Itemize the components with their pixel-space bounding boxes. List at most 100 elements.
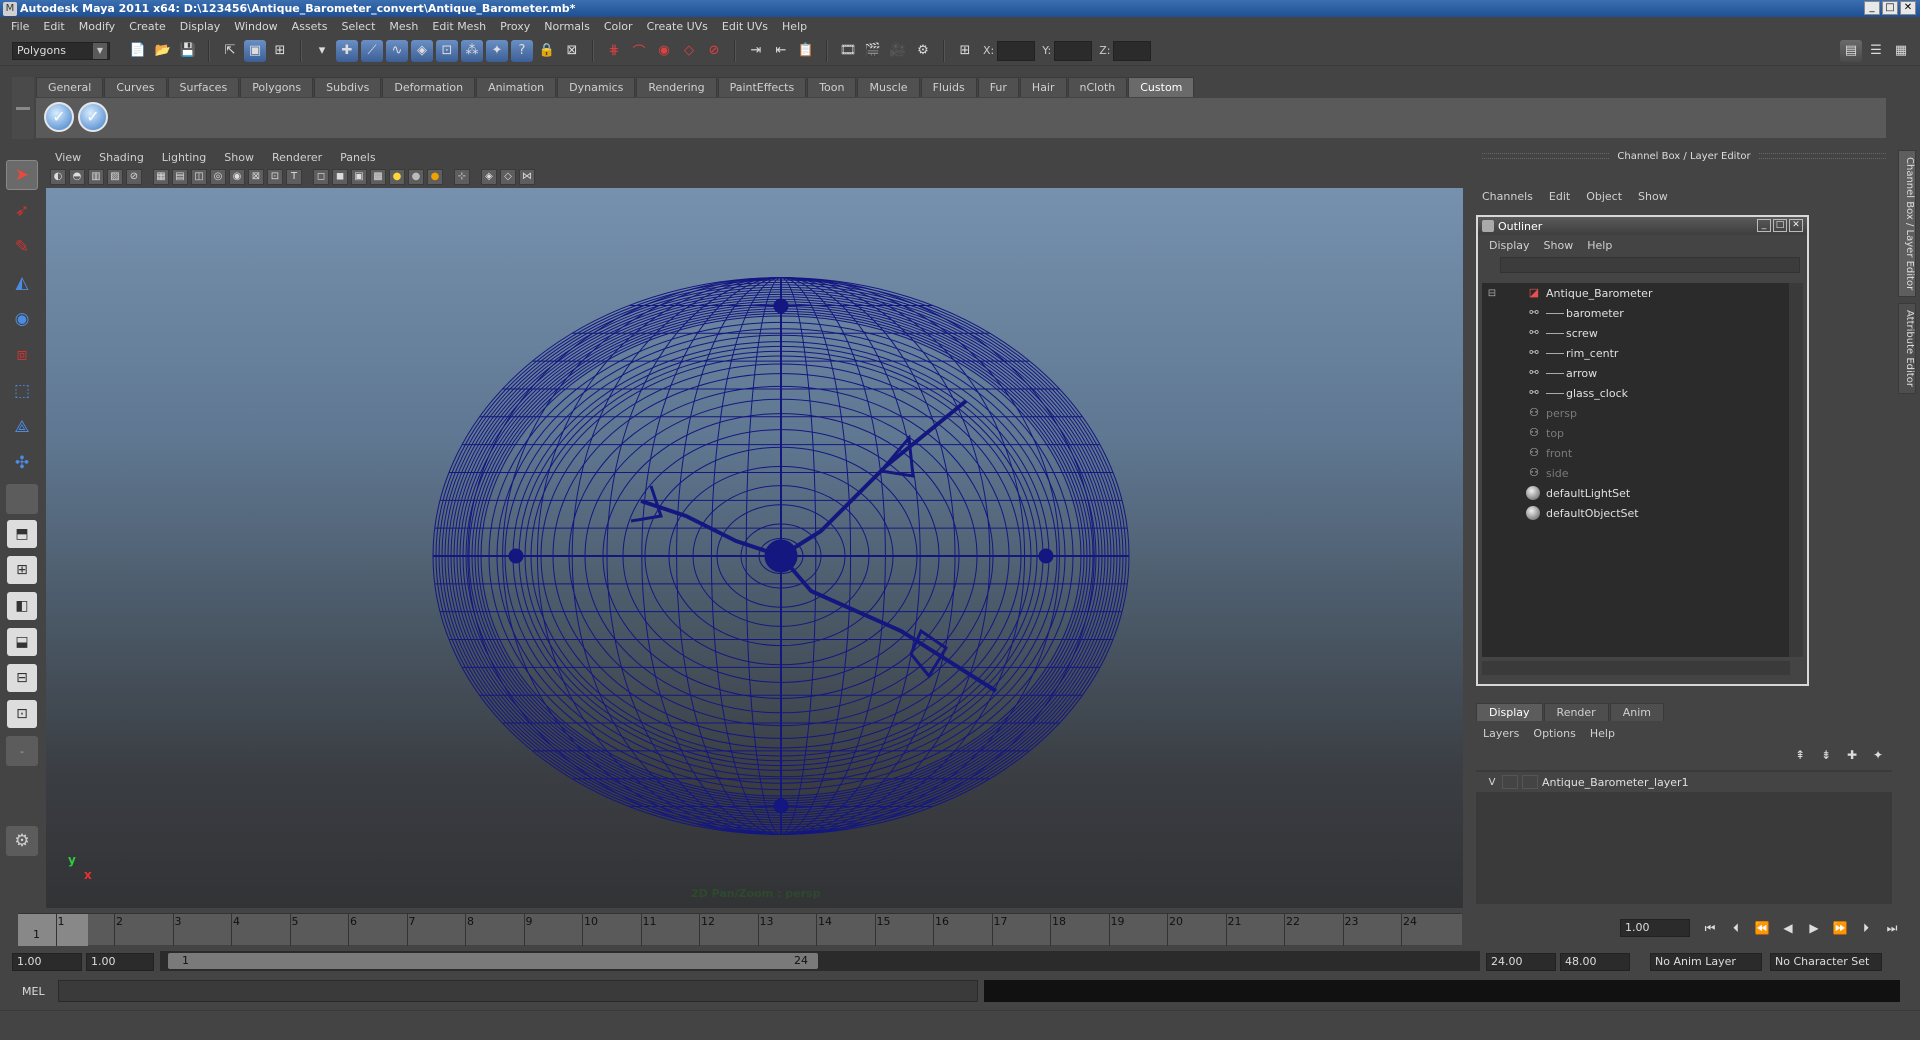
new-scene-icon[interactable]: 📄 [127, 40, 149, 62]
move-layer-down-icon[interactable]: ⇟ [1816, 748, 1836, 764]
snap-view-plane-icon[interactable]: ◇ [678, 40, 700, 62]
channel-box-menu-show[interactable]: Show [1630, 190, 1676, 203]
viewport-menu-shading[interactable]: Shading [90, 151, 153, 164]
layer-menu-layers[interactable]: Layers [1476, 727, 1526, 740]
all-lights-icon[interactable]: ● [408, 169, 424, 185]
menu-assets[interactable]: Assets [285, 20, 335, 33]
shelf-tab-toon[interactable]: Toon [807, 77, 857, 97]
universal-manipulator-icon[interactable]: ⬚ [6, 376, 38, 406]
minimize-button[interactable]: _ [1864, 1, 1880, 15]
toggle-attribute-editor-icon[interactable]: ▤ [1840, 39, 1862, 62]
safe-action-icon[interactable]: ⊠ [248, 169, 264, 185]
outliner-item-set[interactable]: defaultObjectSet [1482, 503, 1790, 523]
outliner-menu-show[interactable]: Show [1537, 239, 1581, 252]
command-input[interactable] [58, 980, 978, 1002]
layer-menu-options[interactable]: Options [1526, 727, 1582, 740]
outliner-item-camera[interactable]: ⚇ top [1482, 423, 1790, 443]
output-ops-icon[interactable]: ⇤ [770, 40, 792, 62]
outliner-menu-display[interactable]: Display [1482, 239, 1537, 252]
viewport-menu-lighting[interactable]: Lighting [153, 151, 215, 164]
menu-normals[interactable]: Normals [537, 20, 597, 33]
hypershade-persp-layout-icon[interactable]: ⊟ [7, 664, 37, 692]
layer-template-toggle[interactable] [1502, 775, 1518, 789]
shelf-tab-fluids[interactable]: Fluids [920, 77, 977, 97]
side-tab-channel-box[interactable]: Channel Box / Layer Editor [1898, 150, 1916, 298]
field-chart-icon[interactable]: ◉ [229, 169, 245, 185]
textured-icon[interactable]: ▩ [370, 169, 386, 185]
paint-select-tool-icon[interactable]: ✎ [6, 232, 38, 262]
z-field[interactable] [1113, 40, 1152, 61]
outliner-maximize-button[interactable]: □ [1773, 219, 1787, 232]
lock-selection-icon[interactable]: 🔒 [536, 40, 558, 62]
channel-box-menu-channels[interactable]: Channels [1474, 190, 1541, 203]
grid-toggle-icon[interactable]: ▦ [153, 169, 169, 185]
channel-box-menu-object[interactable]: Object [1578, 190, 1630, 203]
xray-components-icon[interactable]: ⋈ [519, 169, 535, 185]
menu-color[interactable]: Color [597, 20, 640, 33]
x-field[interactable] [997, 40, 1036, 61]
shelf-tab-ncloth[interactable]: nCloth [1067, 77, 1128, 97]
make-live-icon[interactable]: ⊘ [703, 40, 725, 62]
outliner-title-bar[interactable]: Outliner _ □ ✕ [1478, 217, 1807, 235]
range-slider-thumb[interactable]: 1 24 [168, 953, 818, 969]
last-tool-icon[interactable] [6, 484, 38, 514]
select-hierarchy-icon[interactable]: ⇱ [219, 40, 241, 62]
shelf-tab-custom[interactable]: Custom [1128, 77, 1195, 97]
image-plane-icon[interactable]: ▨ [107, 169, 123, 185]
outliner-item-camera[interactable]: ⚇ persp [1482, 403, 1790, 423]
outliner-minimize-button[interactable]: _ [1757, 219, 1771, 232]
open-scene-icon[interactable]: 📂 [152, 40, 174, 62]
panel-grip[interactable] [1758, 153, 1887, 159]
menu-file[interactable]: File [4, 20, 36, 33]
outliner-item[interactable]: ⚯ screw [1482, 323, 1790, 343]
layer-visibility-toggle[interactable]: V [1482, 777, 1502, 788]
shelf-tab-animation[interactable]: Animation [476, 77, 557, 97]
wireframe-icon[interactable]: ◻ [313, 169, 329, 185]
step-forward-key-icon[interactable]: ⏩ [1830, 919, 1850, 937]
animation-start-field[interactable]: 1.00 [12, 953, 82, 971]
shelf-tab-curves[interactable]: Curves [104, 77, 167, 97]
playback-start-field[interactable]: 1.00 [86, 953, 154, 971]
select-joints-icon[interactable]: ⟋ [361, 39, 383, 62]
viewport-menu-panels[interactable]: Panels [331, 151, 384, 164]
side-tab-attribute-editor[interactable]: Attribute Editor [1898, 303, 1916, 395]
render-settings-icon[interactable]: ⚙ [912, 40, 934, 62]
menu-modify[interactable]: Modify [72, 20, 122, 33]
shadows-icon[interactable]: ● [427, 169, 443, 185]
new-layer-icon[interactable]: ✚ [1842, 748, 1862, 764]
panel-grip[interactable] [1482, 153, 1610, 159]
character-set-select[interactable]: No Character Set [1770, 953, 1882, 971]
menu-help[interactable]: Help [775, 20, 814, 33]
wireframe-on-shaded-icon[interactable]: ▣ [351, 169, 367, 185]
collapse-icon[interactable]: ⊟ [1482, 288, 1502, 299]
bookmarks-icon[interactable]: ▥ [88, 169, 104, 185]
toggle-tool-settings-icon[interactable]: ☰ [1865, 40, 1887, 62]
smooth-shade-icon[interactable]: ◼ [332, 169, 348, 185]
play-forwards-icon[interactable]: ▶ [1804, 919, 1824, 937]
shelf-tab-fur[interactable]: Fur [977, 77, 1019, 97]
menu-window[interactable]: Window [227, 20, 284, 33]
shelf-tab-dynamics[interactable]: Dynamics [557, 77, 636, 97]
outliner-vertical-scrollbar[interactable] [1789, 283, 1803, 657]
film-gate-icon[interactable]: ▤ [172, 169, 188, 185]
current-frame-marker[interactable]: 1 [18, 914, 88, 946]
shelf-tab-surfaces[interactable]: Surfaces [167, 77, 240, 97]
step-back-key-icon[interactable]: ⏪ [1752, 919, 1772, 937]
outliner-item[interactable]: ⚯ glass_clock [1482, 383, 1790, 403]
new-layer-from-selection-icon[interactable]: ✦ [1868, 748, 1888, 764]
select-deformations-icon[interactable]: ⊡ [436, 39, 458, 62]
render-view-icon[interactable]: 🎞 [837, 40, 859, 62]
snap-curve-icon[interactable]: ⌒ [628, 40, 650, 62]
viewport-menu-renderer[interactable]: Renderer [263, 151, 331, 164]
toggle-channel-box-icon[interactable]: ▦ [1890, 40, 1912, 62]
maximize-button[interactable]: □ [1882, 1, 1898, 15]
perspective-viewport[interactable]: 2D Pan/Zoom : persp y x [46, 188, 1463, 908]
persp-graph-layout-icon[interactable]: ⬓ [7, 628, 37, 656]
step-back-frame-icon[interactable]: ⏴ [1726, 919, 1746, 937]
shelf-tab-muscle[interactable]: Muscle [857, 77, 920, 97]
outliner-menu-help[interactable]: Help [1580, 239, 1619, 252]
select-surfaces-icon[interactable]: ◈ [411, 39, 433, 62]
outliner-item-root[interactable]: ⊟ ◪ Antique_Barometer [1482, 283, 1790, 303]
shelf-tab-painteffects[interactable]: PaintEffects [717, 77, 807, 97]
camera-attributes-icon[interactable]: ◓ [69, 169, 85, 185]
